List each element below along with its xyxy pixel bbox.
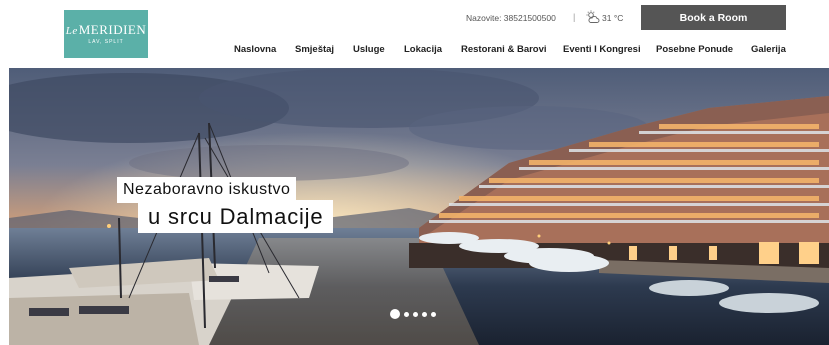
logo-wordmark: LeMERIDIEN — [66, 23, 147, 38]
slider-dot-2[interactable] — [404, 311, 409, 317]
logo-prefix: Le — [65, 25, 78, 37]
nav-item-galerija[interactable]: Galerija — [751, 44, 786, 55]
slider-pagination — [390, 308, 436, 320]
hero-slider[interactable] — [9, 68, 829, 345]
main-navigation: Naslovna Smještaj Usluge Lokacija Restor… — [0, 44, 829, 58]
slider-dot-5[interactable] — [431, 311, 436, 317]
slider-dot-4[interactable] — [422, 311, 427, 317]
nav-item-lokacija[interactable]: Lokacija — [404, 44, 442, 55]
nav-item-smjestaj[interactable]: Smještaj — [295, 44, 334, 55]
cloud-sun-icon — [586, 10, 600, 23]
slider-dot-1[interactable] — [390, 309, 400, 319]
hero-image — [9, 68, 829, 345]
nav-item-restorani-barovi[interactable]: Restorani & Barovi — [461, 44, 547, 55]
nav-item-posebne-ponude[interactable]: Posebne Ponude — [656, 44, 733, 55]
nav-item-naslovna[interactable]: Naslovna — [234, 44, 276, 55]
book-room-button[interactable]: Book a Room — [641, 5, 786, 30]
hero-caption-line2: u srcu Dalmacije — [138, 200, 334, 233]
topbar-separator: | — [573, 12, 576, 22]
site-header: LeMERIDIEN LAV, SPLIT Nazovite: 38521500… — [0, 0, 829, 68]
phone-number[interactable]: Nazovite: 38521500500 — [466, 13, 556, 23]
nav-item-usluge[interactable]: Usluge — [353, 44, 385, 55]
slider-dot-3[interactable] — [413, 311, 418, 317]
temperature: 31 °C — [602, 13, 624, 23]
logo-name: MERIDIEN — [78, 22, 147, 37]
nav-item-eventi-kongresi[interactable]: Eventi I Kongresi — [563, 44, 641, 55]
